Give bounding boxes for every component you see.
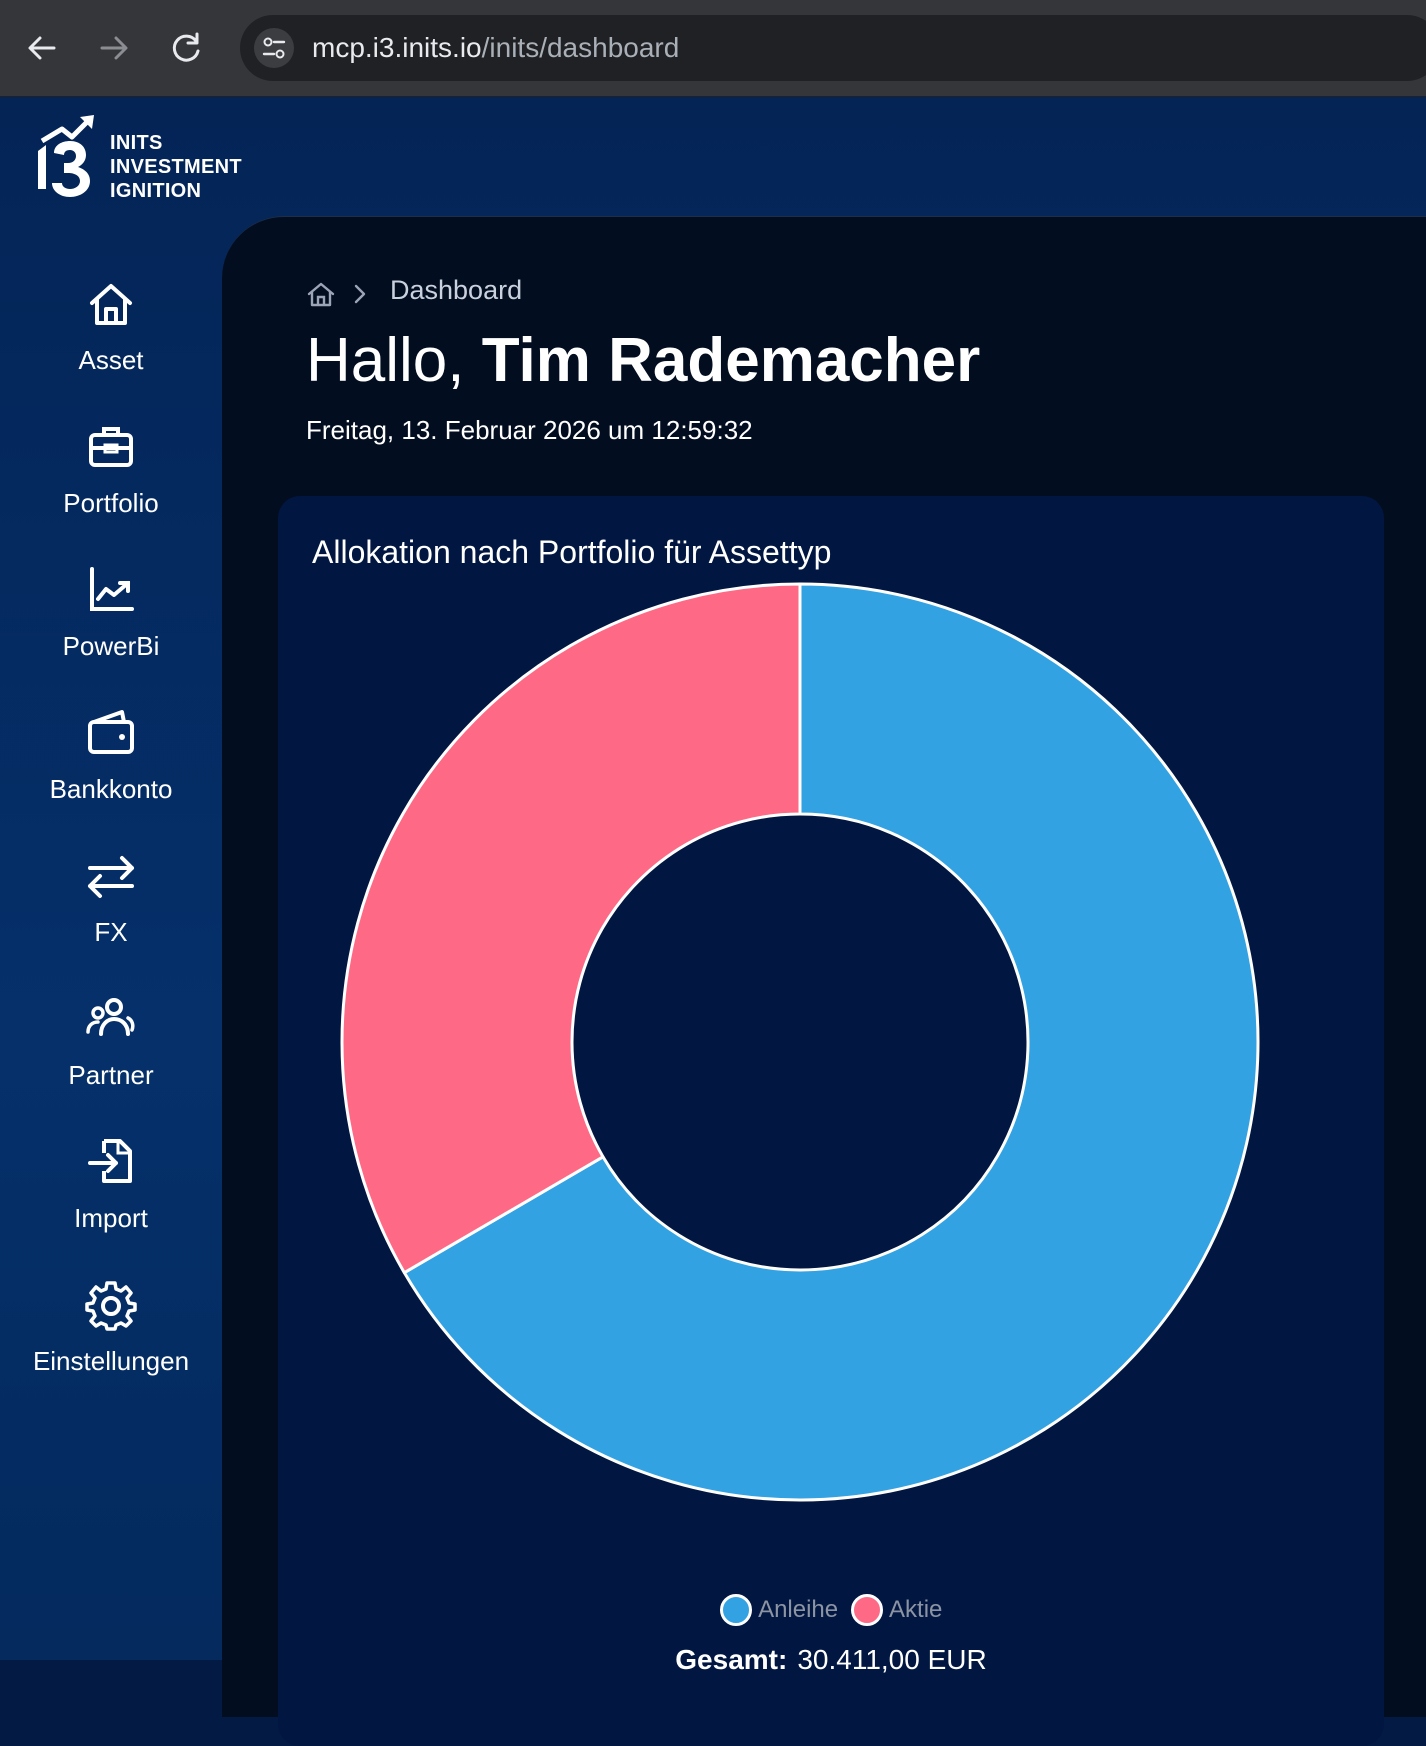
sidebar-item-powerbi[interactable]: PowerBi: [0, 563, 222, 683]
sidebar-item-label: PowerBi: [62, 631, 160, 661]
address-bar[interactable]: mcp.i3.inits.io/inits/dashboard: [240, 15, 1426, 81]
logo-text: INITS INVESTMENT IGNITION: [110, 131, 242, 203]
legend-label: Anleihe: [758, 1596, 839, 1623]
greeting-hello: Hallo,: [306, 326, 465, 395]
legend-swatch: [719, 1594, 752, 1626]
arrow-right-icon: [100, 36, 128, 60]
i3-logo-mark: [38, 115, 94, 197]
reload-icon: [172, 32, 200, 62]
sidebar-item-label: Portfolio: [63, 488, 159, 518]
legend-label: Aktie: [889, 1596, 943, 1623]
arrow-left-icon: [28, 36, 56, 60]
wallet-icon: [88, 710, 134, 754]
greeting-name: Tim Rademacher: [481, 326, 981, 395]
sidebar-item-partner[interactable]: Partner: [0, 992, 222, 1112]
chart-legend: Anleihe Aktie: [278, 1594, 1384, 1626]
logo[interactable]: i3 INITS INVESTMENT IGNITION: [34, 111, 254, 203]
sidebar-item-portfolio[interactable]: Portfolio: [0, 420, 222, 540]
url-host: mcp.i3.inits.io: [312, 32, 482, 63]
exchange-icon: [88, 856, 134, 898]
site-settings-icon[interactable]: [254, 28, 294, 68]
browser-toolbar: mcp.i3.inits.io/inits/dashboard: [0, 0, 1426, 97]
sidebar-item-einstellungen[interactable]: Einstellungen: [0, 1278, 222, 1398]
app-shell: i3 INITS INVESTMENT IGNITION Asset Portf…: [0, 97, 1426, 1746]
donut-chart: [340, 582, 1260, 1502]
logo-line-1: INITS: [110, 132, 163, 154]
logo-line-3: IGNITION: [110, 180, 202, 202]
page-title: Hallo, Tim Rademacher: [306, 325, 980, 396]
briefcase-icon: [89, 427, 133, 467]
allocation-chart-card: Allokation nach Portfolio für Assettyp A…: [278, 496, 1384, 1746]
sidebar-item-import[interactable]: Import: [0, 1135, 222, 1255]
sidebar-item-label: FX: [94, 917, 128, 947]
main-content: Dashboard Hallo, Tim Rademacher Freitag,…: [222, 216, 1426, 1746]
file-import-icon: [88, 1139, 132, 1183]
sidebar-item-asset[interactable]: Asset: [0, 277, 222, 397]
logo-line-2: INVESTMENT: [110, 156, 242, 178]
chevron-right-icon: [354, 284, 366, 304]
legend-swatch: [850, 1594, 883, 1626]
sidebar-item-label: Import: [74, 1203, 148, 1233]
legend-item-aktie[interactable]: Aktie: [850, 1594, 943, 1626]
donut-slice-aktie[interactable]: [340, 582, 802, 1275]
sidebar-item-label: Bankkonto: [49, 774, 173, 804]
sidebar-item-bankkonto[interactable]: Bankkonto: [0, 706, 222, 826]
sidebar-item-label: Partner: [68, 1060, 154, 1090]
breadcrumb-current[interactable]: Dashboard: [390, 275, 522, 306]
sidebar-item-label: Asset: [78, 345, 144, 375]
date-time: Freitag, 13. Februar 2026 um 12:59:32: [306, 415, 753, 445]
chart-line-icon: [90, 567, 134, 611]
users-icon: [86, 998, 135, 1036]
reload-button[interactable]: [164, 26, 208, 70]
legend-item-anleihe[interactable]: Anleihe: [719, 1594, 839, 1626]
sidebar-item-fx[interactable]: FX: [0, 849, 222, 969]
gear-icon: [85, 1281, 137, 1331]
chart-total: Gesamt: 30.411,00 EUR: [278, 1644, 1384, 1676]
back-button[interactable]: [20, 26, 64, 70]
home-icon: [90, 284, 132, 325]
forward-button[interactable]: [92, 26, 136, 70]
url-text[interactable]: mcp.i3.inits.io/inits/dashboard: [312, 32, 679, 64]
url-path: /inits/dashboard: [481, 32, 680, 63]
sidebar-item-label: Einstellungen: [32, 1346, 190, 1376]
home-icon[interactable]: [306, 279, 336, 309]
